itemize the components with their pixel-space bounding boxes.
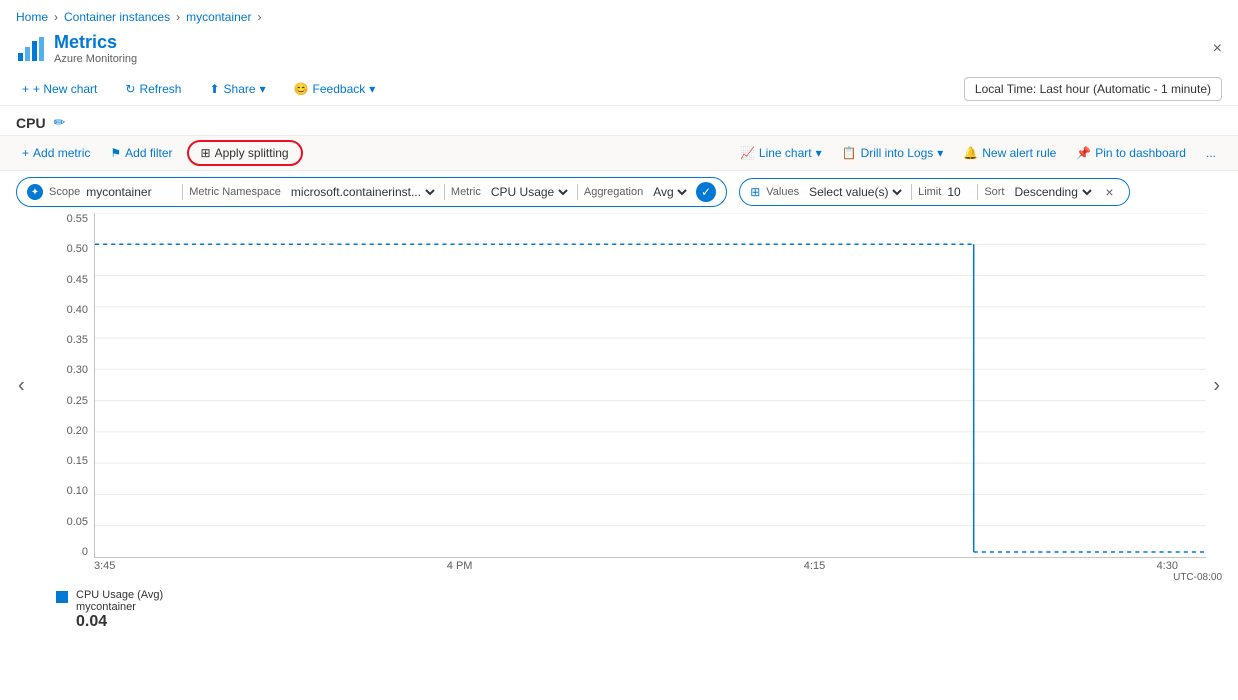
more-options-button[interactable]: ...	[1200, 143, 1222, 163]
breadcrumb-container-instances[interactable]: Container instances	[64, 10, 170, 24]
new-alert-rule-button[interactable]: 🔔 New alert rule	[957, 143, 1062, 163]
line-chart-chevron-icon: ▾	[816, 146, 822, 160]
feedback-icon: 😊	[294, 82, 309, 96]
edit-chart-icon[interactable]: ✏	[54, 114, 66, 131]
legend-current-value: 0.04	[76, 613, 163, 631]
new-chart-button[interactable]: + + New chart	[16, 78, 103, 100]
pin-icon: 📌	[1076, 146, 1091, 160]
values-label: Values	[766, 186, 799, 198]
more-icon: ...	[1206, 146, 1216, 160]
drill-into-logs-button[interactable]: 📋 Drill into Logs ▾	[836, 143, 950, 163]
limit-label: Limit	[918, 186, 941, 198]
share-icon: ⬆	[209, 82, 219, 96]
legend-metric-name: CPU Usage (Avg)	[76, 589, 163, 601]
metric-row: ✦ Scope Metric Namespace microsoft.conta…	[0, 171, 1238, 213]
time-range-selector[interactable]: Local Time: Last hour (Automatic - 1 min…	[964, 77, 1222, 101]
page-header: Metrics Azure Monitoring ×	[0, 28, 1238, 73]
sort-label: Sort	[984, 186, 1004, 198]
namespace-select[interactable]: microsoft.containerinst...	[287, 184, 438, 200]
utc-label: UTC-08:00	[0, 572, 1238, 583]
apply-splitting-button[interactable]: ⊞ Apply splitting	[187, 140, 303, 166]
close-button[interactable]: ×	[1213, 40, 1222, 58]
pin-to-dashboard-button[interactable]: 📌 Pin to dashboard	[1070, 143, 1192, 163]
y-axis-labels: 0.55 0.50 0.45 0.40 0.35 0.30 0.25 0.20 …	[56, 213, 94, 558]
splitting-icon: ⊞	[201, 146, 211, 160]
chart-prev-button[interactable]: ‹	[18, 374, 25, 397]
controls-bar: + Add metric ⚑ Add filter ⊞ Apply splitt…	[0, 135, 1238, 171]
chart-next-button[interactable]: ›	[1213, 374, 1220, 397]
chart-title: CPU	[16, 115, 46, 131]
breadcrumb-home[interactable]: Home	[16, 10, 48, 24]
chart-label-bar: CPU ✏	[0, 106, 1238, 135]
share-button[interactable]: ⬆ Share ▾	[203, 78, 271, 100]
x-axis-labels: 3:45 4 PM 4:15 4:30	[0, 558, 1238, 572]
add-filter-button[interactable]: ⚑ Add filter	[104, 142, 178, 164]
legend-color-swatch	[56, 591, 68, 603]
sort-select[interactable]: Descending	[1011, 184, 1095, 200]
metric-selector-group: ✦ Scope Metric Namespace microsoft.conta…	[16, 177, 727, 207]
add-metric-icon: +	[22, 146, 29, 160]
splitting-group: ⊞ Values Select value(s) Limit Sort Desc…	[739, 178, 1129, 206]
filter-icon: ⚑	[110, 146, 121, 160]
breadcrumb: Home › Container instances › mycontainer…	[0, 0, 1238, 28]
share-chevron-icon: ▾	[260, 82, 266, 96]
new-chart-icon: +	[22, 82, 29, 96]
drill-logs-icon: 📋	[842, 146, 857, 160]
splitting-group-icon: ⊞	[750, 185, 760, 199]
page-title: Metrics	[54, 32, 137, 53]
limit-input[interactable]	[947, 185, 971, 199]
line-chart-button[interactable]: 📈 Line chart ▾	[734, 143, 828, 163]
aggregation-select[interactable]: Avg	[649, 184, 690, 200]
metric-label: Metric	[451, 186, 481, 198]
drill-logs-chevron-icon: ▾	[937, 146, 943, 160]
feedback-chevron-icon: ▾	[369, 82, 375, 96]
scope-label: Scope	[49, 186, 80, 198]
namespace-label: Metric Namespace	[189, 186, 281, 198]
metric-select[interactable]: CPU Usage	[487, 184, 571, 200]
legend-resource-name: mycontainer	[76, 601, 163, 613]
page-subtitle: Azure Monitoring	[54, 53, 137, 65]
refresh-icon: ↻	[125, 82, 135, 96]
main-toolbar: + + New chart ↻ Refresh ⬆ Share ▾ 😊 Feed…	[0, 73, 1238, 106]
breadcrumb-mycontainer[interactable]: mycontainer	[186, 10, 251, 24]
refresh-button[interactable]: ↻ Refresh	[119, 78, 187, 100]
splitting-close-button[interactable]: ×	[1101, 183, 1119, 201]
metric-done-button[interactable]: ✓	[696, 182, 716, 202]
alert-icon: 🔔	[963, 146, 978, 160]
chart-area	[94, 213, 1206, 558]
add-metric-button[interactable]: + Add metric	[16, 142, 96, 164]
aggregation-label: Aggregation	[584, 186, 643, 198]
line-chart-icon: 📈	[740, 146, 755, 160]
chart-legend: CPU Usage (Avg) mycontainer 0.04	[0, 583, 1238, 637]
metrics-icon	[16, 35, 44, 63]
scope-input[interactable]	[86, 185, 176, 199]
metric-check-indicator: ✦	[27, 184, 43, 200]
feedback-button[interactable]: 😊 Feedback ▾	[288, 78, 382, 100]
values-select[interactable]: Select value(s)	[805, 184, 905, 200]
chart-svg	[95, 213, 1206, 557]
